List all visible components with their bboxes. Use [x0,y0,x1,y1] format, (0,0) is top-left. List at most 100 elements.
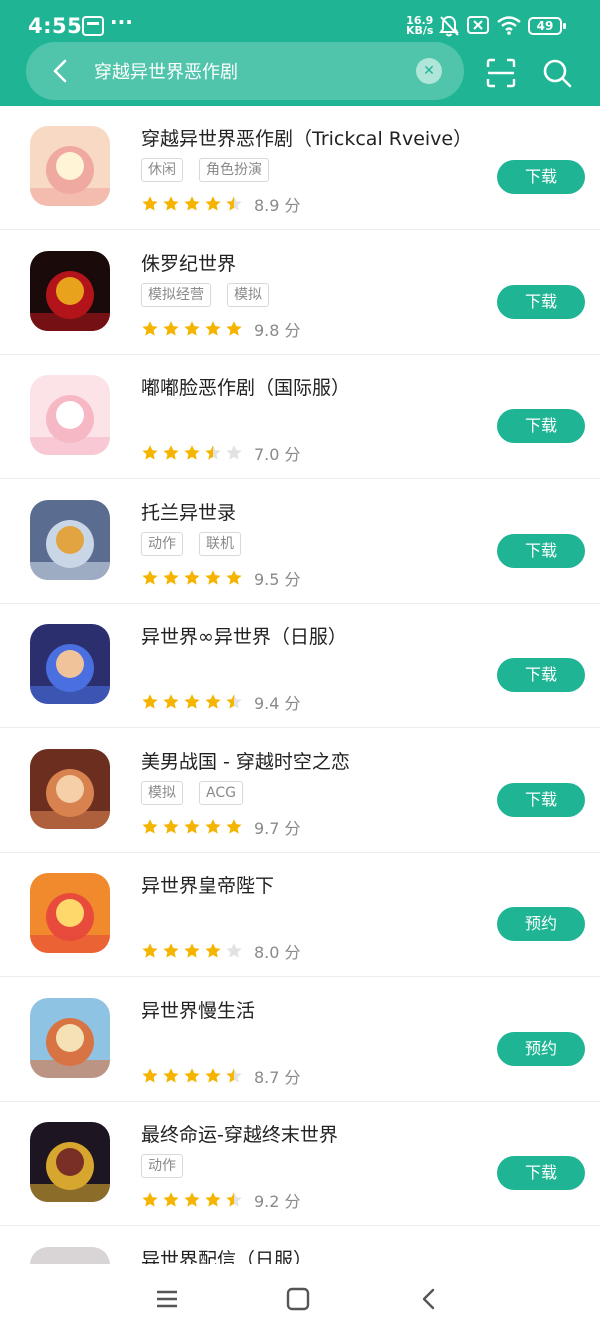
reserve-button[interactable]: 预约 [497,907,585,941]
search-input[interactable]: 穿越异世界恶作剧 [94,58,238,84]
star-full-icon [163,445,179,460]
app-tags: 模拟经营 模拟 [141,282,285,307]
notification-app-icon [82,16,104,36]
app-score: 8.7 分 [254,1067,301,1087]
star-full-icon [184,1067,200,1083]
app-name[interactable]: 穿越异世界恶作剧（Trickcal Rveive） [141,124,472,151]
mute-bell-icon [439,15,459,37]
network-speed: 16.9 KB/s [406,15,434,37]
app-icon[interactable] [30,499,110,580]
search-icon[interactable] [540,56,574,90]
app-list-item[interactable]: 异世界∞异世界（日服） 9.4 分 下载 [0,604,600,728]
app-list-item[interactable]: 美男战国 - 穿越时空之恋 模拟 ACG 9.7 分 下载 [0,729,600,853]
back-triangle-icon[interactable] [414,1284,444,1314]
app-name[interactable]: 侏罗纪世界 [141,249,236,276]
scan-icon[interactable] [484,56,518,90]
app-icon[interactable] [30,1122,110,1202]
app-name[interactable]: 美男战国 - 穿越时空之恋 [141,747,350,774]
app-tags: 休闲 角色扮演 [141,158,285,182]
app-name[interactable]: 异世界皇帝陛下 [141,871,274,898]
star-full-icon [163,943,179,958]
star-full-icon [226,569,242,585]
app-tag: 模拟经营 [141,282,211,307]
star-full-icon [163,818,179,834]
star-full-icon [142,569,158,585]
star-full-icon [205,196,221,211]
star-full-icon [163,569,179,585]
app-icon[interactable] [30,873,110,953]
app-icon[interactable] [30,748,110,829]
download-button[interactable]: 下载 [497,782,585,817]
header: 4:55 ··· 16.9 KB/s 49 穿越异世界恶作剧 ✕ [0,0,600,106]
app-icon[interactable] [30,997,110,1078]
app-list-item[interactable]: 托兰异世录动作 联机 9.5 分 下载 [0,480,600,604]
star-empty-icon [226,943,242,958]
app-list-item[interactable]: 穿越异世界恶作剧（Trickcal Rveive） 休闲 角色扮演 8.9 分 下载 [0,106,600,230]
app-list-item[interactable]: 嘟嘟脸恶作剧（国际服） 7.0 分 下载 [0,355,600,479]
app-tags: 动作 联机 [141,531,257,556]
app-name[interactable]: 异世界∞异世界（日服） [141,622,347,649]
app-rating: 9.7 分 [141,815,301,838]
app-rating: 9.5 分 [141,566,301,589]
star-full-icon [142,196,158,211]
star-full-icon [163,694,179,709]
app-rating: 9.2 分 [141,1188,301,1211]
network-speed-unit: KB/s [406,24,434,37]
app-tags: 动作 [141,1154,199,1178]
search-bar[interactable]: 穿越异世界恶作剧 ✕ [26,42,464,100]
star-full-icon [163,1192,179,1207]
star-full-icon [163,320,179,336]
download-button[interactable]: 下载 [497,1156,585,1190]
app-icon[interactable] [30,126,110,206]
system-nav-bar [0,1264,600,1334]
home-square-icon[interactable] [283,1284,313,1314]
reserve-button[interactable]: 预约 [497,1031,585,1066]
app-score: 9.4 分 [254,694,301,713]
app-score: 9.2 分 [254,1192,301,1211]
app-rating: 8.7 分 [141,1064,301,1087]
star-full-icon [184,1192,200,1207]
app-list-item[interactable]: 异世界皇帝陛下 8.0 分 预约 [0,853,600,977]
download-button[interactable]: 下载 [497,284,585,319]
app-tag: 角色扮演 [199,158,269,182]
app-list-item[interactable]: 最终命运-穿越终末世界 动作 9.2 分 下载 [0,1102,600,1226]
download-button[interactable]: 下载 [497,160,585,194]
star-full-icon [163,1067,179,1083]
star-full-icon [205,943,221,958]
star-half-icon [205,445,221,460]
wifi-icon [497,16,521,35]
download-button[interactable]: 下载 [497,533,585,568]
star-half-icon [226,196,242,211]
app-list-item[interactable]: 侏罗纪世界 模拟经营 模拟 9.8 分 下载 [0,231,600,355]
star-full-icon [142,943,158,958]
star-full-icon [205,320,221,336]
app-icon[interactable] [30,250,110,331]
app-icon[interactable] [30,624,110,704]
app-tags: 模拟 ACG [141,780,259,805]
star-full-icon [205,694,221,709]
app-list-item[interactable]: 异世界慢生活 8.7 分 预约 [0,978,600,1102]
star-half-icon [226,694,242,709]
chevron-left-icon[interactable] [44,54,78,88]
app-tag: 联机 [199,531,241,556]
download-button[interactable]: 下载 [497,658,585,692]
app-tag: 动作 [141,531,183,556]
star-empty-icon [226,445,242,460]
sim-off-icon [467,16,489,34]
app-score: 8.0 分 [254,943,301,962]
app-name[interactable]: 异世界慢生活 [141,996,255,1023]
close-icon[interactable]: ✕ [416,58,442,84]
star-full-icon [184,694,200,709]
app-score: 9.7 分 [254,818,301,838]
app-rating: 8.0 分 [141,939,301,962]
download-button[interactable]: 下载 [497,409,585,443]
app-name[interactable]: 托兰异世录 [141,498,236,525]
menu-icon[interactable] [152,1284,182,1314]
app-tag: 模拟 [227,282,269,307]
star-full-icon [184,818,200,834]
app-name[interactable]: 嘟嘟脸恶作剧（国际服） [141,373,350,400]
star-full-icon [184,445,200,460]
app-score: 7.0 分 [254,445,301,464]
app-icon[interactable] [30,375,110,455]
app-name[interactable]: 最终命运-穿越终末世界 [141,1120,338,1147]
